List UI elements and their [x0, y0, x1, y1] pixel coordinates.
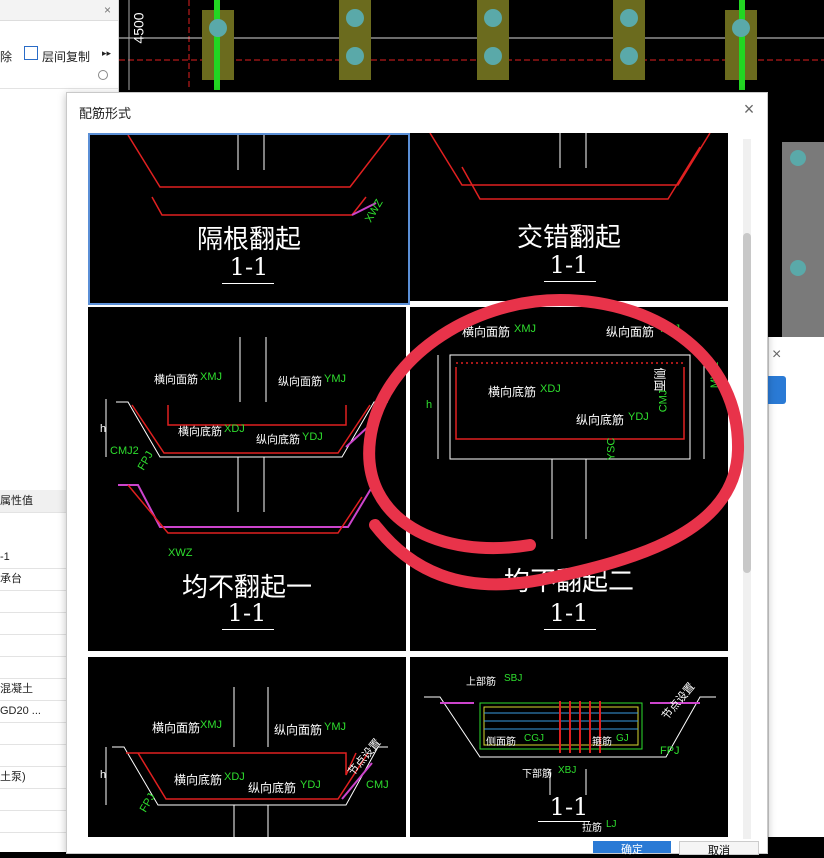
label-cmj2: CMJ2 [110, 445, 139, 457]
label-hor-top: 横向面筋 [462, 325, 511, 339]
rebar-form-dialog: 配筋形式 × XWZ 隔根翻起 1-1 交错翻起 1-1 横向面筋 XMJ 纵向… [66, 92, 768, 857]
label-hor-bot: 横向底筋 [488, 385, 537, 399]
prop-value[interactable]: 土泵) [0, 766, 66, 789]
section-underline [544, 629, 596, 630]
label-hor-bot-code: XDJ [224, 423, 245, 435]
prop-value[interactable] [0, 788, 66, 811]
option-name: 隔根翻起 [196, 225, 301, 255]
option-name: 交错翻起 [516, 223, 621, 253]
option-alternate-bend[interactable]: XWZ 隔根翻起 1-1 [88, 133, 410, 305]
cad-canvas-top[interactable]: 4500 [119, 0, 824, 90]
copy-icon [24, 46, 38, 60]
option-name: 均不翻起二 [503, 567, 634, 597]
label-cmj: CMJ [366, 779, 389, 791]
label-hor-top: 横向面筋 [152, 721, 201, 735]
option-section: 1-1 [229, 253, 269, 281]
prop-value[interactable]: 混凝土 [0, 678, 66, 701]
label-stirrup: 箍筋 [592, 737, 612, 748]
label-side-bar: 侧面筋 [486, 737, 516, 748]
prop-value[interactable] [0, 634, 66, 657]
section-underline [538, 821, 590, 822]
label-ver-top: 纵向面筋 [278, 376, 322, 388]
label-ver-top: 纵向面筋 [274, 723, 323, 737]
label-h: h [100, 423, 107, 435]
close-icon[interactable]: × [104, 3, 111, 17]
label-h: h [426, 399, 433, 411]
option-no-bend-3[interactable]: 横向面筋 XMJ 纵向面筋 YMJ 横向底筋 XDJ 纵向底筋 YDJ CMJ … [88, 657, 406, 837]
prop-value[interactable] [0, 656, 66, 679]
option-staggered-bend[interactable]: 交错翻起 1-1 [410, 133, 728, 301]
label-ver-bot: 纵向底筋 [576, 413, 625, 427]
prop-value[interactable] [0, 590, 66, 613]
label-bot-bar: 下部筋 [522, 769, 552, 780]
layer-copy-button[interactable]: 层间复制 [42, 48, 90, 65]
prop-value[interactable]: GD20 ... [0, 700, 66, 723]
label-side-code: CMJ [657, 389, 670, 413]
prop-value[interactable] [0, 810, 66, 833]
label-side-bar-code: CGJ [524, 733, 544, 744]
cancel-button[interactable]: 取消 [679, 841, 759, 857]
label-side: 侧面 [652, 367, 667, 392]
label-top-bar-code: SBJ [504, 673, 523, 684]
prop-value[interactable]: 承台 [0, 568, 66, 591]
label-hor-bot-code: XDJ [224, 771, 245, 783]
label-mwz: MWZ [709, 361, 722, 389]
close-icon[interactable]: × [739, 99, 759, 119]
panel-toolbar: 除 层间复制 ▸▸ [0, 44, 118, 66]
label-xwz: XWZ [168, 547, 193, 559]
label-ysc: YSC [605, 437, 618, 461]
label-ver-bot-code: YDJ [302, 431, 323, 443]
prop-value[interactable]: -1 [0, 546, 66, 569]
label-ver-bot-code: YDJ [300, 779, 321, 791]
label-ver-top-code: YMJ [324, 721, 346, 733]
label-bot-bar-code: XBJ [558, 765, 577, 776]
label-top-bar: 上部筋 [466, 677, 496, 688]
section-underline [222, 283, 274, 284]
search-icon[interactable] [98, 70, 108, 80]
props-table: 属性值 -1 承台 混凝土 GD20 ... 土泵) [0, 490, 66, 850]
label-ver-top: 纵向面筋 [606, 325, 655, 339]
option-section: 1-1 [549, 599, 589, 627]
search-bar[interactable] [0, 66, 118, 89]
label-h: h [100, 769, 107, 781]
side-action-button[interactable] [768, 376, 786, 404]
prop-value[interactable] [0, 612, 66, 635]
props-header: 属性值 [0, 490, 66, 513]
option-no-bend-2[interactable]: 横向面筋 XMJ 纵向面筋 YMJ 横向底筋 XDJ 纵向底筋 YDJ 侧面 C… [410, 307, 728, 651]
label-ver-top-code: YMJ [324, 373, 346, 385]
label-stirrup-code: GJ [616, 733, 629, 744]
ok-button[interactable]: 确定 [593, 841, 671, 856]
option-section: 1-1 [549, 793, 589, 821]
side-close-icon[interactable]: × [772, 346, 781, 364]
label-hor-top: 横向面筋 [154, 374, 198, 386]
label-hor-top-code: XMJ [200, 719, 222, 731]
dialog-title: 配筋形式 [79, 106, 132, 121]
label-hor-bot: 横向底筋 [178, 426, 222, 438]
option-no-bend-1[interactable]: 横向面筋 XMJ 纵向面筋 YMJ 横向底筋 XDJ 纵向底筋 YDJ CMJ2… [88, 307, 406, 651]
dimension-label: 4500 [130, 12, 147, 44]
label-ver-bot: 纵向底筋 [256, 434, 300, 446]
label-ver-bot: 纵向底筋 [248, 781, 297, 795]
more-icon[interactable]: ▸▸ [102, 48, 111, 59]
side-panel [768, 337, 824, 837]
section-underline [222, 629, 274, 630]
scrollbar-thumb[interactable] [743, 233, 751, 573]
label-hor-top-code: XMJ [200, 371, 222, 383]
label-ver-bot-code: YDJ [628, 411, 649, 423]
label-ver-top-code: YMJ [658, 323, 680, 335]
label-hor-bot: 横向底筋 [174, 773, 223, 787]
prop-value[interactable] [0, 722, 66, 745]
delete-button[interactable]: 除 [0, 48, 12, 65]
prop-value[interactable] [0, 744, 66, 767]
section-underline [544, 281, 596, 282]
panel-header: × [0, 0, 118, 21]
label-fpj: FPJ [660, 745, 680, 757]
label-hor-bot-code: XDJ [540, 383, 561, 395]
option-beam-type[interactable]: 上部筋 SBJ 侧面筋 CGJ 箍筋 GJ 下部筋 XBJ FPJ 节点设置 拉… [410, 657, 728, 837]
label-hor-top-code: XMJ [514, 323, 536, 335]
option-section: 1-1 [227, 599, 267, 627]
option-section: 1-1 [549, 251, 589, 279]
